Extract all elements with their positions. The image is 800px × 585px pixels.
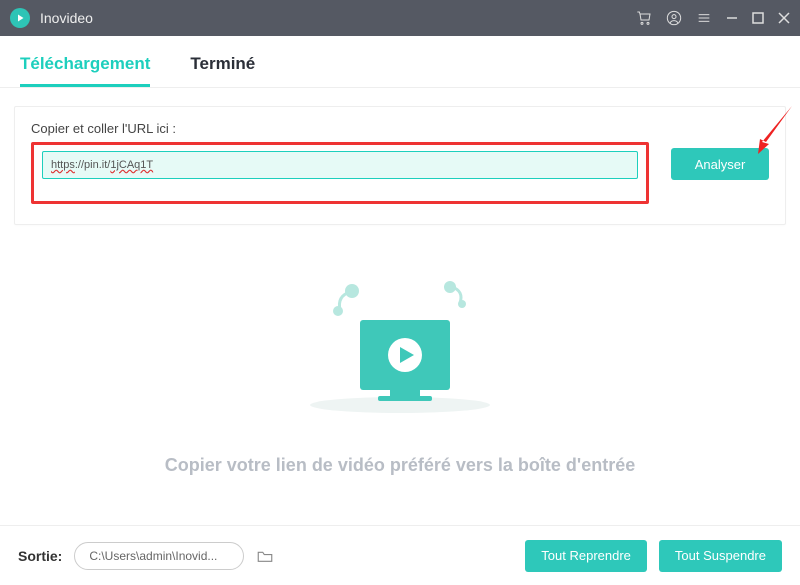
url-input[interactable]: https://pin.it/1jCAq1T xyxy=(42,151,638,179)
tab-download[interactable]: Téléchargement xyxy=(20,54,150,87)
resume-all-button[interactable]: Tout Reprendre xyxy=(525,540,647,572)
user-icon[interactable] xyxy=(666,10,682,26)
annotation-arrow-icon xyxy=(748,102,796,156)
app-title: Inovideo xyxy=(40,10,636,26)
tab-done[interactable]: Terminé xyxy=(190,54,255,87)
placeholder-text: Copier votre lien de vidéo préféré vers … xyxy=(0,455,800,476)
maximize-icon[interactable] xyxy=(752,12,764,24)
url-label: Copier et coller l'URL ici : xyxy=(31,121,769,136)
cart-icon[interactable] xyxy=(636,10,652,26)
output-label: Sortie: xyxy=(18,548,62,564)
footer: Sortie: C:\Users\admin\Inovid... Tout Re… xyxy=(0,525,800,585)
titlebar: Inovideo xyxy=(0,0,800,36)
folder-icon[interactable] xyxy=(256,547,274,565)
output-path[interactable]: C:\Users\admin\Inovid... xyxy=(74,542,244,570)
app-logo xyxy=(10,8,30,28)
menu-icon[interactable] xyxy=(696,10,712,26)
illustration xyxy=(0,265,800,415)
suspend-all-button[interactable]: Tout Suspendre xyxy=(659,540,782,572)
close-icon[interactable] xyxy=(778,12,790,24)
tabs: Téléchargement Terminé xyxy=(0,36,800,88)
minimize-icon[interactable] xyxy=(726,12,738,24)
url-card: Copier et coller l'URL ici : https://pin… xyxy=(14,106,786,225)
url-highlight: https://pin.it/1jCAq1T xyxy=(31,142,649,204)
